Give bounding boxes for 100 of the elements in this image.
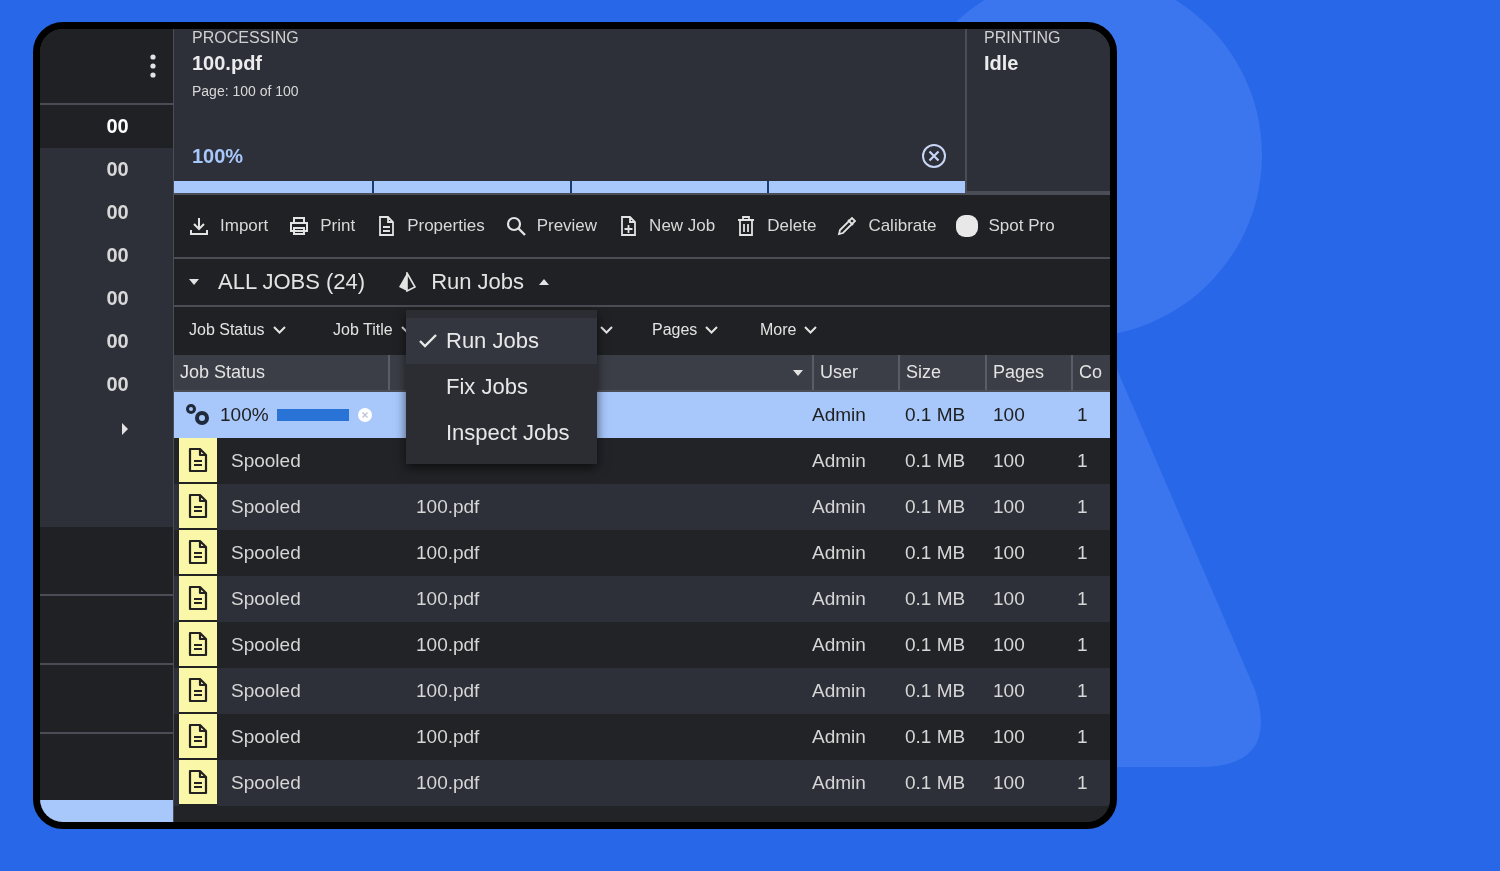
job-pages: 100 bbox=[992, 772, 1026, 794]
job-title: 100.pdf bbox=[416, 588, 480, 609]
toolbar-button[interactable]: Properties bbox=[375, 215, 485, 237]
toolbar-button[interactable]: New Job bbox=[617, 215, 716, 237]
chevron-down-icon bbox=[600, 325, 613, 334]
view-menu-item[interactable]: Run Jobs bbox=[406, 318, 597, 364]
job-copies: 1 bbox=[1076, 496, 1089, 518]
jobs-count-title: ALL JOBS (24) bbox=[218, 269, 366, 295]
job-copies: 1 bbox=[1076, 588, 1089, 610]
job-copies: 1 bbox=[1076, 772, 1089, 794]
job-user: Admin bbox=[812, 588, 867, 610]
filter-dropdown[interactable]: Job Status bbox=[189, 320, 286, 339]
job-size: 0.1 MB bbox=[904, 496, 967, 518]
search-icon bbox=[504, 215, 527, 237]
printer-status: Idle bbox=[984, 52, 1020, 75]
filter-dropdown[interactable]: More bbox=[760, 320, 818, 339]
job-size: 0.1 MB bbox=[904, 680, 967, 702]
progress-percent: 100% bbox=[192, 144, 244, 168]
job-row[interactable]: Spooled 100.pdf Admin 0.1 MB 100 1 bbox=[174, 530, 1110, 576]
document-icon bbox=[187, 723, 209, 749]
download-icon bbox=[188, 215, 210, 237]
sidebar-item[interactable]: 00 bbox=[40, 320, 173, 363]
prism-icon bbox=[397, 272, 418, 292]
job-status: Spooled bbox=[231, 680, 301, 702]
expand-arrow-icon[interactable] bbox=[121, 421, 129, 436]
job-row[interactable]: Spooled 100.pdf Admin 0.1 MB 100 1 bbox=[174, 484, 1110, 530]
document-icon bbox=[187, 769, 209, 795]
printer-icon bbox=[288, 215, 311, 237]
column-header[interactable]: Co bbox=[1071, 355, 1110, 390]
job-copies: 1 bbox=[1076, 634, 1089, 656]
job-status: Spooled bbox=[231, 634, 301, 656]
sidebar-item[interactable]: 00 bbox=[40, 105, 173, 148]
collapse-caret-icon[interactable] bbox=[188, 278, 200, 286]
document-icon bbox=[187, 539, 209, 565]
toolbar-button[interactable]: Print bbox=[288, 215, 356, 237]
sidebar-item[interactable]: 00 bbox=[40, 148, 173, 191]
toolbar-button[interactable]: Import bbox=[188, 215, 269, 237]
job-title: 100.pdf bbox=[416, 634, 480, 655]
kebab-menu-icon[interactable] bbox=[150, 54, 156, 78]
job-status: Spooled bbox=[231, 772, 301, 794]
job-user: Admin bbox=[812, 772, 867, 794]
job-status: Spooled bbox=[231, 542, 301, 564]
sort-caret-icon[interactable] bbox=[792, 368, 804, 377]
sidebar-item[interactable]: 00 bbox=[40, 277, 173, 320]
view-dropdown[interactable]: Run Jobs bbox=[397, 269, 551, 295]
job-status: Spooled bbox=[231, 726, 301, 748]
job-copies: 1 bbox=[1076, 450, 1089, 472]
job-title: 100.pdf bbox=[416, 726, 480, 747]
job-user: Admin bbox=[812, 634, 867, 656]
document-icon bbox=[187, 677, 209, 703]
file-name: 100.pdf bbox=[192, 52, 264, 75]
column-header[interactable]: Size bbox=[898, 355, 985, 390]
job-status: Spooled bbox=[231, 496, 301, 518]
job-status: Spooled bbox=[231, 588, 301, 610]
column-header[interactable]: Job Status bbox=[174, 355, 390, 390]
job-copies: 1 bbox=[1076, 404, 1089, 426]
job-user: Admin bbox=[812, 542, 867, 564]
job-pages: 100 bbox=[992, 496, 1026, 518]
job-user: Admin bbox=[812, 404, 867, 426]
job-row[interactable]: Spooled 100.pdf Admin 0.1 MB 100 1 bbox=[174, 714, 1110, 760]
job-size: 0.1 MB bbox=[904, 772, 967, 794]
job-size: 0.1 MB bbox=[904, 542, 967, 564]
job-row[interactable]: Spooled 100.pdf Admin 0.1 MB 100 1 bbox=[174, 668, 1110, 714]
toolbar-button[interactable]: Delete bbox=[735, 215, 817, 237]
sidebar-item[interactable]: 00 bbox=[40, 234, 173, 277]
job-pages: 100 bbox=[992, 680, 1026, 702]
printing-heading: PRINTING bbox=[984, 29, 1062, 46]
sidebar-item[interactable]: 00 bbox=[40, 191, 173, 234]
document-icon bbox=[187, 493, 209, 519]
caret-icon bbox=[538, 278, 551, 286]
job-size: 0.1 MB bbox=[904, 726, 967, 748]
job-title: 100.pdf bbox=[416, 496, 480, 517]
progress-percent: 100% bbox=[220, 404, 269, 426]
job-title: 100.pdf bbox=[416, 542, 480, 563]
job-row[interactable]: Spooled 100.pdf Admin 0.1 MB 100 1 bbox=[174, 760, 1110, 806]
cancel-icon[interactable] bbox=[921, 143, 947, 169]
sidebar-item[interactable]: 00 bbox=[40, 363, 173, 406]
page-count: Page: 100 of 100 bbox=[192, 83, 300, 99]
job-pages: 100 bbox=[992, 726, 1026, 748]
column-header[interactable]: User bbox=[812, 355, 898, 390]
job-user: Admin bbox=[812, 680, 867, 702]
job-pages: 100 bbox=[992, 404, 1026, 426]
job-size: 0.1 MB bbox=[904, 634, 967, 656]
toolbar-button[interactable]: Preview bbox=[504, 215, 598, 237]
job-copies: 1 bbox=[1076, 680, 1089, 702]
filter-dropdown[interactable]: Pages bbox=[652, 320, 719, 339]
job-title: 100.pdf bbox=[416, 772, 480, 793]
toolbar-button[interactable]: Spot Pro bbox=[956, 215, 1055, 237]
job-row[interactable]: Spooled 100.pdf Admin 0.1 MB 100 1 bbox=[174, 576, 1110, 622]
chevron-down-icon bbox=[804, 325, 818, 334]
job-user: Admin bbox=[812, 496, 867, 518]
job-row[interactable]: Spooled 100.pdf Admin 0.1 MB 100 1 bbox=[174, 622, 1110, 668]
job-title: 100.pdf bbox=[416, 680, 480, 701]
job-user: Admin bbox=[812, 450, 867, 472]
document-icon bbox=[187, 447, 209, 473]
toolbar-button[interactable]: Calibrate bbox=[836, 215, 937, 237]
job-user: Admin bbox=[812, 726, 867, 748]
chevron-down-icon bbox=[705, 325, 719, 334]
column-header[interactable]: Pages bbox=[985, 355, 1071, 390]
job-pages: 100 bbox=[992, 542, 1026, 564]
